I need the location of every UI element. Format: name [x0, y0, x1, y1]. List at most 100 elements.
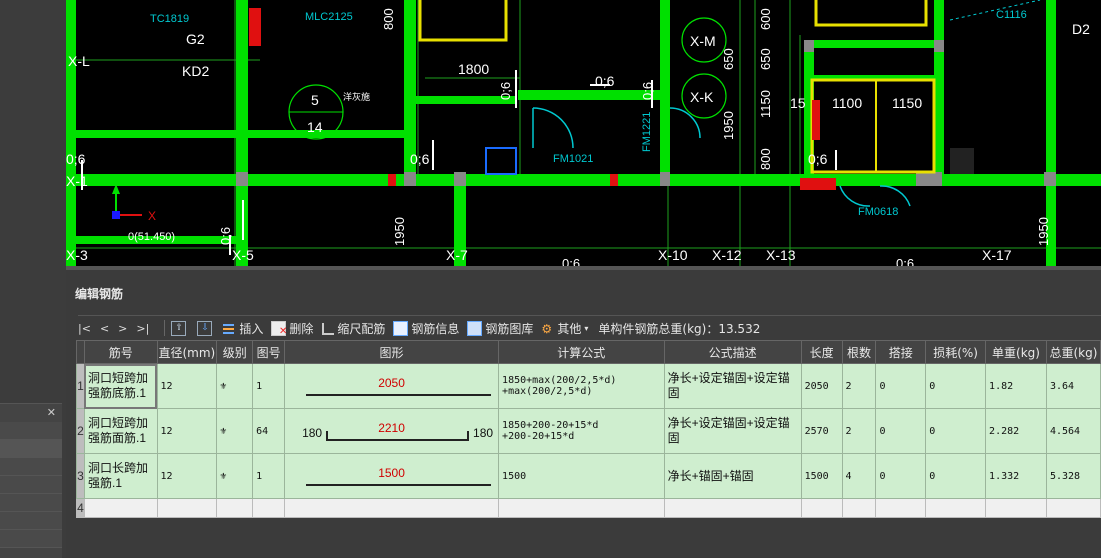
scale-rebar-button[interactable]: 缩尺配筋 [321, 320, 385, 337]
row-number[interactable]: 2 [76, 408, 85, 454]
table-row[interactable]: 1 洞口短跨加强筋底筋.1 12 ⚜ 1 2050 1850+max(200/2… [76, 363, 1101, 409]
scale-rebar-label: 缩尺配筋 [337, 321, 386, 336]
total-weight-cell[interactable]: 3.64 [1045, 363, 1101, 409]
formula-description-cell[interactable]: 净长+锚固+锚固 [663, 453, 802, 499]
formula-cell[interactable]: 1500 [498, 453, 665, 499]
figure-number-cell[interactable]: 64 [252, 408, 286, 454]
shape-cell[interactable]: 1500 [284, 453, 500, 499]
empty-cell[interactable] [1045, 498, 1101, 518]
total-weight-cell[interactable]: 5.328 [1045, 453, 1101, 499]
lap-cell[interactable]: 0 [875, 363, 927, 409]
figure-number-cell[interactable]: 1 [252, 363, 286, 409]
list-item[interactable] [0, 494, 62, 512]
row-number-header [76, 340, 85, 364]
empty-cell[interactable] [875, 498, 927, 518]
column-header[interactable]: 级别 [216, 340, 254, 364]
lap-cell[interactable]: 0 [875, 408, 927, 454]
column-header[interactable]: 单重(kg) [985, 340, 1047, 364]
move-up-button[interactable]: ⇧ [171, 320, 189, 336]
document-icon [393, 320, 409, 336]
figure-number-cell[interactable]: 1 [252, 453, 286, 499]
loss-cell[interactable]: 0 [925, 408, 987, 454]
grade-cell[interactable]: ⚜ [216, 363, 254, 409]
next-record-button[interactable]: > [118, 322, 127, 335]
empty-cell[interactable] [156, 498, 218, 518]
delete-button[interactable]: ✕ 删除 [271, 320, 313, 337]
total-weight-cell[interactable]: 4.564 [1045, 408, 1101, 454]
bar-name-cell[interactable]: 洞口短跨加强筋面筋.1 [83, 408, 158, 454]
rebar-info-button[interactable]: 钢筋信息 [393, 320, 459, 337]
svg-text:FM1221: FM1221 [641, 112, 653, 152]
formula-description-cell[interactable]: 净长+设定锚固+设定锚固 [663, 408, 802, 454]
svg-text:0;6: 0;6 [410, 151, 430, 167]
empty-cell[interactable] [925, 498, 987, 518]
grade-cell[interactable]: ⚜ [216, 408, 254, 454]
empty-cell[interactable] [252, 498, 286, 518]
column-header[interactable]: 图形 [284, 340, 500, 364]
unit-weight-cell[interactable]: 1.332 [985, 453, 1047, 499]
shape-cell[interactable]: 180 2210 180 [284, 408, 500, 454]
column-header[interactable]: 长度 [800, 340, 843, 364]
first-record-button[interactable]: |< [78, 322, 91, 335]
list-item[interactable] [0, 476, 62, 494]
empty-cell[interactable] [498, 498, 665, 518]
column-header[interactable]: 筋号 [83, 340, 158, 364]
empty-cell[interactable] [841, 498, 877, 518]
unit-weight-cell[interactable]: 1.82 [985, 363, 1047, 409]
length-cell[interactable]: 1500 [800, 453, 843, 499]
formula-description-cell[interactable]: 净长+设定锚固+设定锚固 [663, 363, 802, 409]
column-header[interactable]: 损耗(%) [925, 340, 987, 364]
insert-button[interactable]: 插入 [223, 320, 263, 337]
column-header[interactable]: 根数 [841, 340, 877, 364]
grade-cell[interactable]: ⚜ [216, 453, 254, 499]
bar-name-cell[interactable]: 洞口短跨加强筋底筋.1 [83, 363, 158, 409]
table-row[interactable]: 2 洞口短跨加强筋面筋.1 12 ⚜ 64 180 2210 180 1850+20… [76, 408, 1101, 454]
list-item[interactable] [0, 440, 62, 458]
empty-cell[interactable] [985, 498, 1047, 518]
prev-record-button[interactable]: < [100, 322, 109, 335]
other-menu-button[interactable]: ⚙ 其他 ▾ [541, 320, 588, 337]
table-row-empty[interactable]: 4 [76, 498, 1101, 518]
column-header[interactable]: 图号 [252, 340, 286, 364]
rebar-library-button[interactable]: 钢筋图库 [467, 320, 533, 337]
column-header[interactable]: 总重(kg) [1045, 340, 1101, 364]
length-cell[interactable]: 2570 [800, 408, 843, 454]
lap-cell[interactable]: 0 [875, 453, 927, 499]
column-header[interactable]: 公式描述 [663, 340, 802, 364]
column-header[interactable]: 直径(mm) [156, 340, 218, 364]
empty-cell[interactable] [800, 498, 843, 518]
loss-cell[interactable]: 0 [925, 363, 987, 409]
count-cell[interactable]: 2 [841, 408, 877, 454]
bar-name-cell[interactable]: 洞口长跨加强筋.1 [83, 453, 158, 499]
close-icon[interactable]: ✕ [47, 406, 56, 419]
row-number[interactable]: 3 [76, 453, 85, 499]
svg-text:X-17: X-17 [982, 247, 1012, 263]
list-item[interactable] [0, 512, 62, 530]
empty-cell[interactable] [284, 498, 500, 518]
row-number[interactable]: 4 [76, 498, 85, 518]
last-record-button[interactable]: >| [136, 322, 149, 335]
formula-cell[interactable]: 1850+200-20+15*d +200-20+15*d [498, 408, 665, 454]
length-cell[interactable]: 2050 [800, 363, 843, 409]
count-cell[interactable]: 4 [841, 453, 877, 499]
row-number[interactable]: 1 [76, 363, 85, 409]
count-cell[interactable]: 2 [841, 363, 877, 409]
list-item[interactable] [0, 530, 62, 548]
shape-cell[interactable]: 2050 [284, 363, 500, 409]
list-item[interactable] [0, 458, 62, 476]
list-item[interactable] [0, 422, 62, 440]
table-row[interactable]: 3 洞口长跨加强筋.1 12 ⚜ 1 1500 1500 净长+锚固+锚固 15… [76, 453, 1101, 499]
empty-cell[interactable] [83, 498, 158, 518]
move-down-button[interactable]: ⇩ [197, 320, 215, 336]
formula-cell[interactable]: 1850+max(200/2,5*d) +max(200/2,5*d) [498, 363, 665, 409]
empty-cell[interactable] [216, 498, 254, 518]
cad-drawing-canvas[interactable]: X TC1819 MLC2125 FM1021 FM1221 FM0618 C1… [0, 0, 1101, 268]
column-header[interactable]: 搭接 [875, 340, 927, 364]
column-header[interactable]: 计算公式 [498, 340, 665, 364]
empty-cell[interactable] [663, 498, 802, 518]
unit-weight-cell[interactable]: 2.282 [985, 408, 1047, 454]
diameter-cell[interactable]: 12 [156, 363, 218, 409]
diameter-cell[interactable]: 12 [156, 408, 218, 454]
diameter-cell[interactable]: 12 [156, 453, 218, 499]
loss-cell[interactable]: 0 [925, 453, 987, 499]
